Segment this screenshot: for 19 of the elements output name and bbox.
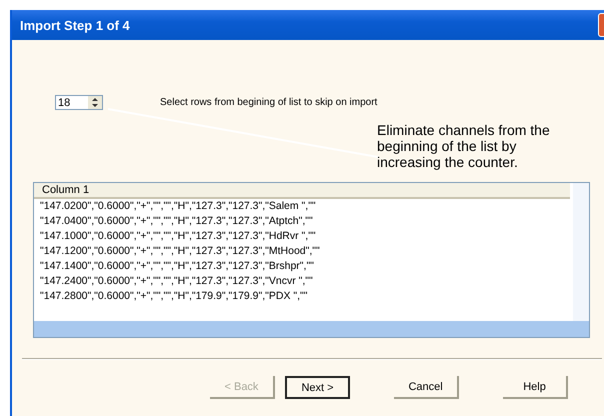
column-header[interactable]: Column 1	[34, 183, 570, 199]
list-row[interactable]: "147.1000","0.6000","+","","","H","127.3","127.3","HdRvr ",""	[34, 229, 573, 244]
list-row[interactable]: "147.2400","0.6000","+","","","H","127.3","127.3","Vncvr ",""	[34, 274, 573, 289]
window-title: Import Step 1 of 4	[20, 18, 130, 32]
data-list[interactable]	[33, 182, 590, 338]
list-row[interactable]: "147.0400","0.6000","+","","","H","127.3","127.3","Atptch",""	[34, 214, 573, 229]
vertical-scrollbar[interactable]	[573, 183, 589, 321]
skip-rows-label: Select rows from begining of list to skip on import	[160, 97, 378, 108]
wizard-button[interactable]: Cancel	[394, 376, 460, 399]
spin-arrows-icon[interactable]	[88, 96, 102, 109]
list-row[interactable]: "147.2800","0.6000","+","","","H","179.9","179.9","PDX ",""	[34, 289, 573, 304]
list-row[interactable]: "147.1200","0.6000","+","","","H","127.3","127.3","MtHood",""	[34, 244, 573, 259]
wizard-button[interactable]: Help	[503, 376, 568, 399]
list-row[interactable]: "147.0200","0.6000","+","","","H","127.3","127.3","Salem ",""	[34, 199, 573, 214]
spin-field[interactable]: 18	[55, 95, 103, 110]
list-row[interactable]: "147.1400","0.6000","+","","","H","127.3","127.3","Brshpr",""	[34, 259, 573, 274]
wizard-button[interactable]: Next >	[284, 376, 350, 399]
horizontal-scrollbar[interactable]	[34, 321, 589, 337]
callout-text: Eliminate channels from the beginning of the list by increasing the counter.	[377, 122, 551, 170]
